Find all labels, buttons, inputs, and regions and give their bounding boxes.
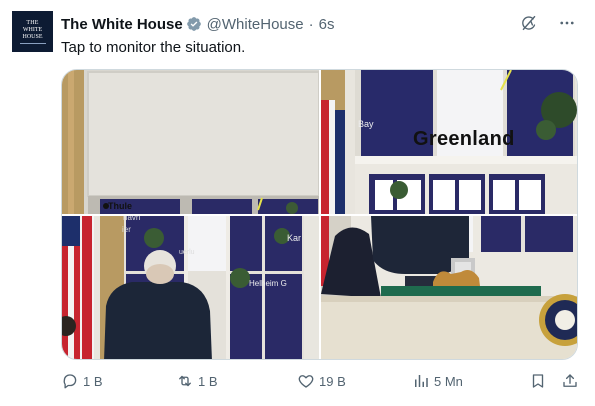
bookmark-button[interactable]	[529, 372, 547, 390]
reply-count: 1 B	[83, 373, 103, 389]
share-button[interactable]	[561, 372, 579, 390]
more-icon[interactable]	[558, 14, 576, 32]
media-grid: Thule Bay Greenland havn ier Kar uerlu H…	[61, 69, 578, 360]
map-label-helheim: Helheim G	[249, 279, 287, 288]
repost-button[interactable]: 1 B	[176, 372, 218, 390]
heart-icon	[297, 372, 315, 390]
map-label-havn: havn	[123, 216, 141, 222]
grok-icon[interactable]	[520, 14, 538, 32]
map-label-uerlu: uerlu	[179, 249, 195, 256]
avatar[interactable]: THE WHITE HOUSE	[12, 11, 53, 52]
media-photo-3[interactable]: havn ier Kar uerlu Helheim G	[62, 216, 319, 359]
photo-4-scene	[321, 216, 577, 359]
views-button[interactable]: 5 Mn	[412, 372, 463, 390]
map-label-bay: Bay	[358, 119, 374, 129]
like-button[interactable]: 19 B	[297, 372, 346, 390]
separator-dot: ·	[308, 15, 314, 33]
avatar-text-line1: THE	[26, 19, 39, 26]
media-photo-2[interactable]: Bay Greenland	[321, 70, 577, 214]
views-bar-chart-icon	[412, 372, 430, 390]
map-label-thule: Thule	[108, 201, 132, 211]
verified-badge-icon[interactable]	[186, 16, 202, 32]
share-icon	[561, 372, 579, 390]
map-label-kar: Kar	[287, 233, 302, 243]
views-count: 5 Mn	[434, 373, 463, 389]
avatar-text-line3: HOUSE	[22, 33, 43, 40]
tweet-time[interactable]: 6s	[319, 16, 335, 33]
photo-3-scene	[62, 216, 319, 359]
map-label-greenland: Greenland	[413, 128, 515, 150]
map-label-ier: ier	[122, 225, 131, 234]
avatar-divider	[19, 42, 46, 44]
media-photo-1[interactable]: Thule	[62, 70, 319, 214]
media-photo-4[interactable]	[321, 216, 577, 359]
account-name[interactable]: The White House	[61, 16, 183, 33]
account-handle[interactable]: @WhiteHouse	[207, 16, 304, 33]
tweet-header: The White House @WhiteHouse · 6s	[61, 14, 334, 34]
repost-icon	[176, 372, 194, 390]
tweet-action-bar: 1 B 1 B 19 B 5 Mn	[61, 372, 582, 394]
tweet-text: Tap to monitor the situation.	[61, 39, 246, 56]
avatar-text-line2: WHITE	[22, 26, 43, 33]
reply-icon	[61, 372, 79, 390]
photo-1-scene	[62, 70, 319, 214]
top-right-actions	[520, 14, 576, 32]
repost-count: 1 B	[198, 373, 218, 389]
bookmark-icon	[529, 372, 547, 390]
like-count: 19 B	[319, 373, 346, 389]
reply-button[interactable]: 1 B	[61, 372, 103, 390]
